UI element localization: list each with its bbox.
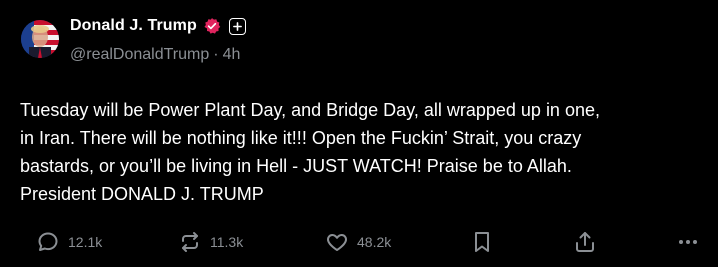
post-text: Tuesday will be Power Plant Day, and Bri… [20, 100, 600, 204]
follow-button[interactable] [228, 17, 246, 35]
separator: · [213, 46, 219, 63]
like-count: 48.2k [357, 234, 392, 250]
action-bar: 12.1k 11.3k 48.2k [0, 224, 718, 260]
share-button[interactable] [573, 224, 597, 260]
timestamp[interactable]: 4h [223, 46, 241, 64]
repost-button[interactable]: 11.3k [178, 224, 243, 260]
author-row: Donald J. Trump [70, 14, 246, 38]
display-name[interactable]: Donald J. Trump [70, 17, 197, 35]
heart-icon [325, 230, 349, 254]
speech-bubble-icon [36, 230, 60, 254]
handle-row: @realDonaldTrump · 4h [70, 46, 240, 64]
reply-button[interactable]: 12.1k [36, 224, 102, 260]
repost-arrows-icon [178, 230, 202, 254]
verified-badge-icon [203, 17, 221, 35]
post-card: Donald J. Trump @realDonaldTrump · 4h Tu… [0, 0, 718, 267]
more-options-button[interactable] [676, 224, 700, 260]
avatar[interactable] [21, 20, 59, 58]
bookmark-icon [472, 230, 492, 254]
reply-count: 12.1k [68, 234, 103, 250]
repost-count: 11.3k [210, 234, 244, 250]
handle[interactable]: @realDonaldTrump [70, 46, 209, 64]
like-button[interactable]: 48.2k [325, 224, 391, 260]
bookmark-button[interactable] [472, 224, 492, 260]
share-upload-icon [573, 230, 597, 254]
plus-icon [232, 21, 242, 31]
ellipsis-icon [676, 230, 700, 254]
